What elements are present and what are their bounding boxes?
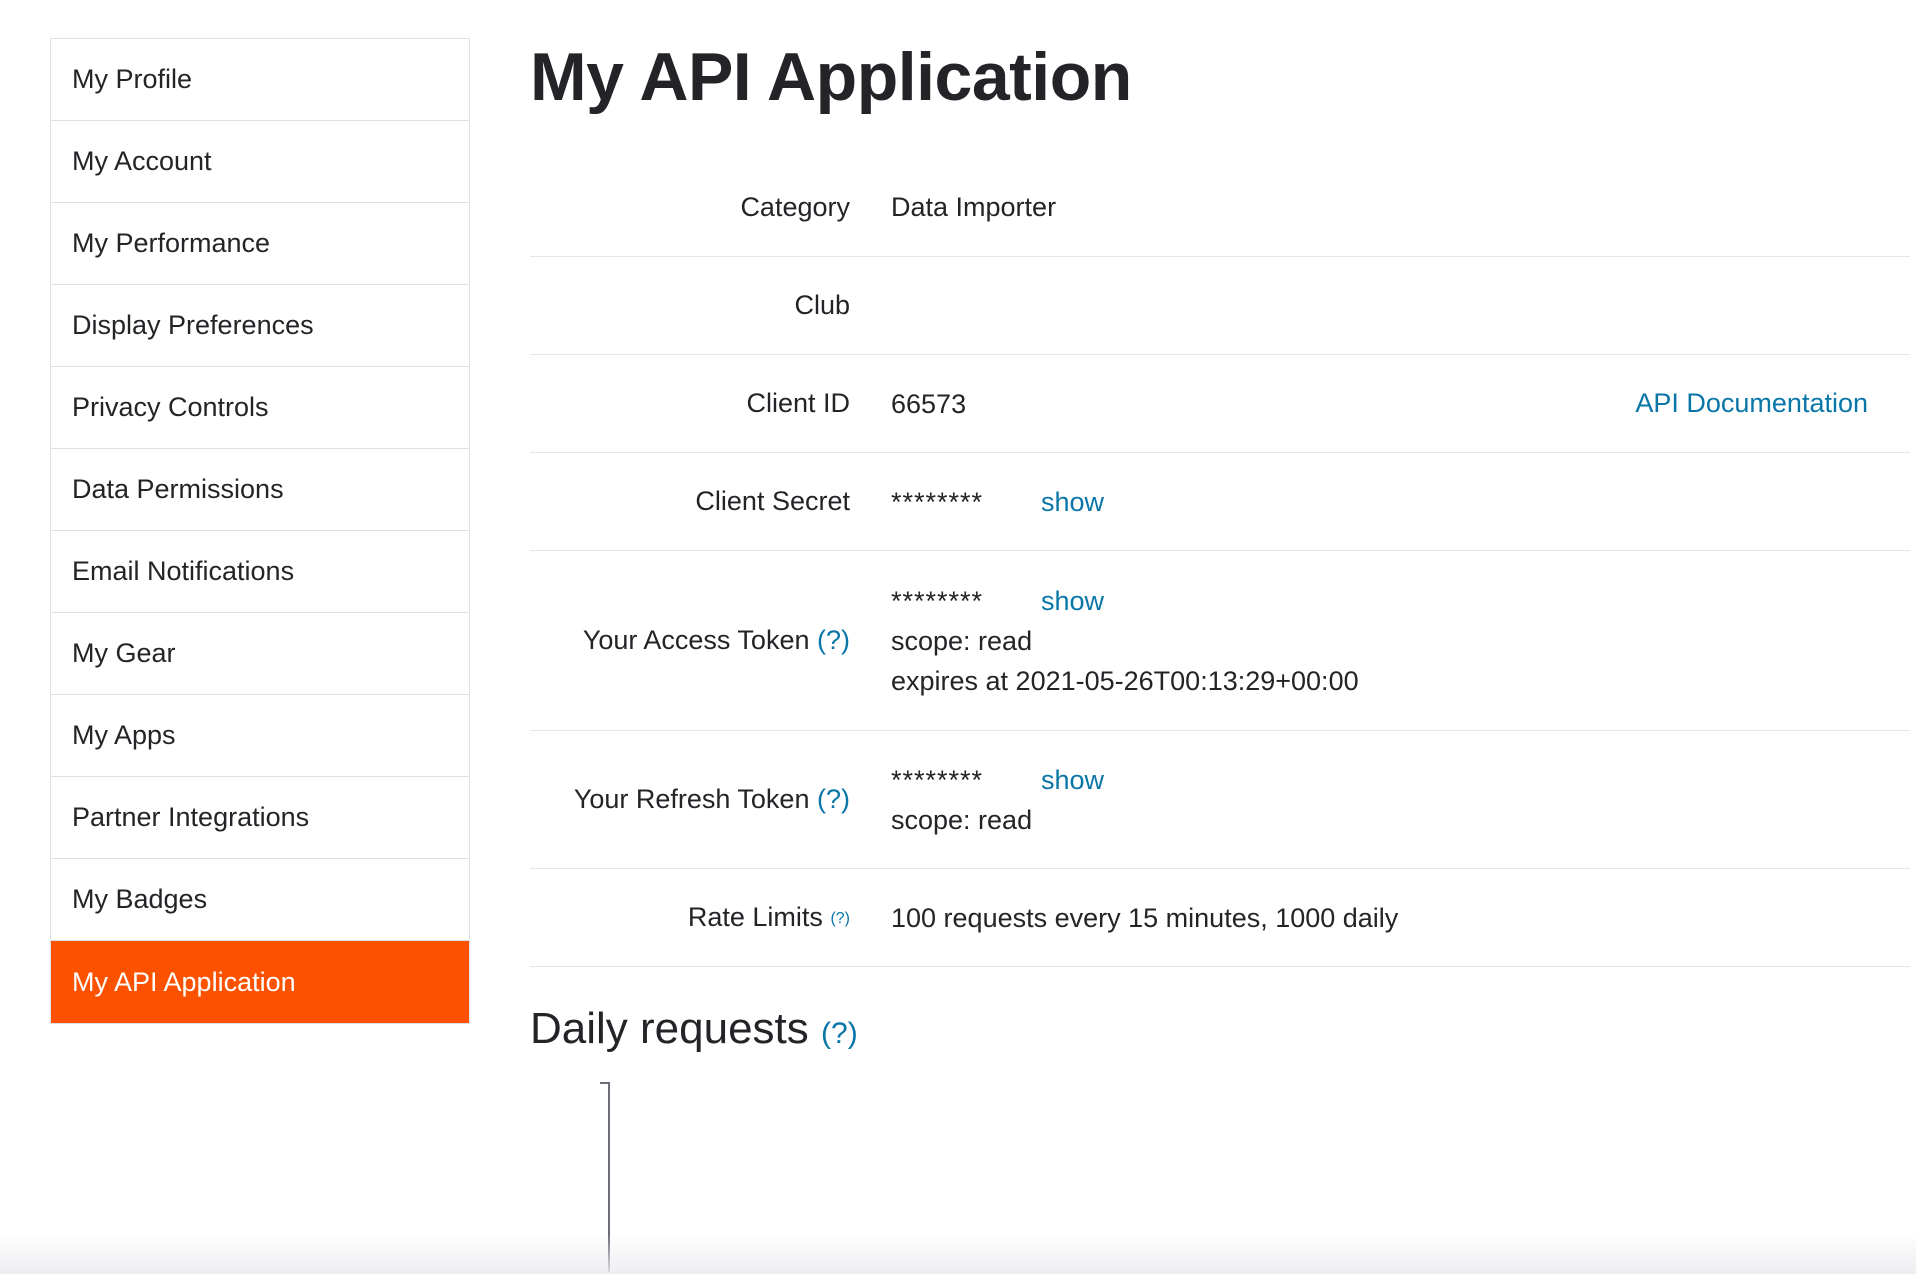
client-id-value: 66573 [891, 388, 967, 419]
access-token-scope: scope: read [891, 625, 1033, 656]
access-token-mask: ******** [891, 585, 984, 616]
sidebar-item-data-permissions[interactable]: Data Permissions [51, 449, 469, 531]
daily-requests-title-text: Daily requests [530, 1004, 809, 1053]
rate-limits-row: Rate Limits (?) 100 requests every 15 mi… [530, 869, 1910, 967]
sidebar-item-my-apps[interactable]: My Apps [51, 695, 469, 777]
daily-requests-help-link[interactable]: (?) [821, 1017, 858, 1050]
sidebar-item-email-notifications[interactable]: Email Notifications [51, 531, 469, 613]
refresh-token-value: ******** show scope: read [891, 760, 1104, 840]
client-secret-mask: ******** [891, 486, 984, 517]
sidebar-item-my-account[interactable]: My Account [51, 121, 469, 203]
category-label: Category [740, 191, 850, 222]
rate-limits-label: Rate Limits (?) [530, 902, 850, 933]
club-label: Club [794, 290, 850, 320]
client-secret-value: ******** show [891, 482, 1104, 522]
category-value: Data Importer [891, 192, 1057, 222]
rate-limits-label-text: Rate Limits [687, 902, 823, 932]
client-id-label: Client ID [746, 388, 850, 418]
page: My Profile My Account My Performance Dis… [0, 0, 1916, 1274]
sidebar-item-my-profile[interactable]: My Profile [51, 39, 469, 121]
refresh-token-show-link[interactable]: show [1041, 760, 1104, 800]
client-secret-show-link[interactable]: show [1041, 482, 1104, 522]
access-token-expires: expires at 2021-05-26T00:13:29+00:00 [891, 665, 1359, 696]
client-secret-row: Client Secret ******** show [530, 453, 1910, 551]
sidebar-item-my-gear[interactable]: My Gear [51, 613, 469, 695]
sidebar-item-partner-integrations[interactable]: Partner Integrations [51, 777, 469, 859]
api-documentation-link[interactable]: API Documentation [1635, 388, 1868, 419]
refresh-token-mask: ******** [891, 764, 984, 795]
access-token-row: Your Access Token (?) ******** show scop… [530, 551, 1910, 731]
sidebar-item-my-badges[interactable]: My Badges [51, 859, 469, 941]
client-id-row: Client ID 66573 API Documentation [530, 355, 1910, 453]
refresh-token-secret-line: ******** show [891, 760, 1104, 800]
access-token-label: Your Access Token (?) [530, 625, 850, 656]
rate-limits-help-link[interactable]: (?) [830, 910, 850, 927]
bottom-fade [0, 1234, 1916, 1274]
refresh-token-help-link[interactable]: (?) [817, 784, 850, 814]
client-secret-label: Client Secret [695, 486, 850, 516]
refresh-token-label-text: Your Refresh Token [573, 784, 810, 814]
access-token-value: ******** show scope: read expires at 202… [891, 581, 1359, 701]
sidebar-item-my-api-application[interactable]: My API Application [51, 941, 469, 1023]
access-token-label-text: Your Access Token [582, 625, 810, 655]
api-application-details: Category Data Importer Club Client ID 66… [530, 158, 1910, 967]
page-title: My API Application [530, 39, 1132, 115]
category-row: Category Data Importer [530, 158, 1910, 257]
daily-requests-title: Daily requests (?) [530, 1004, 858, 1054]
sidebar-item-privacy-controls[interactable]: Privacy Controls [51, 367, 469, 449]
sidebar-item-my-performance[interactable]: My Performance [51, 203, 469, 285]
settings-sidebar: My Profile My Account My Performance Dis… [50, 38, 470, 1024]
access-token-secret-line: ******** show [891, 581, 1359, 621]
sidebar-item-display-preferences[interactable]: Display Preferences [51, 285, 469, 367]
access-token-help-link[interactable]: (?) [817, 625, 850, 655]
club-row: Club [530, 257, 1910, 355]
access-token-show-link[interactable]: show [1041, 581, 1104, 621]
refresh-token-row: Your Refresh Token (?) ******** show sco… [530, 731, 1910, 869]
rate-limits-value: 100 requests every 15 minutes, 1000 dail… [891, 902, 1399, 933]
refresh-token-label: Your Refresh Token (?) [530, 784, 850, 815]
refresh-token-scope: scope: read [891, 804, 1033, 835]
